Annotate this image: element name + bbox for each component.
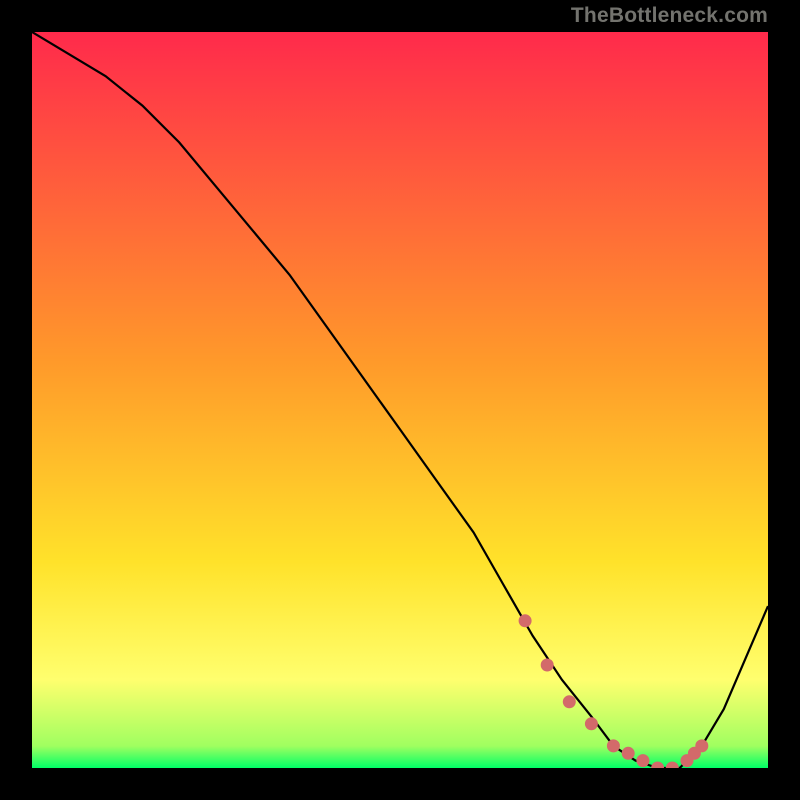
- gradient-bg: [32, 32, 768, 768]
- highlight-dot: [519, 614, 532, 627]
- watermark-text: TheBottleneck.com: [571, 4, 768, 28]
- highlight-dot: [636, 754, 649, 767]
- highlight-dot: [563, 695, 576, 708]
- chart-frame: TheBottleneck.com: [0, 0, 800, 800]
- highlight-dot: [607, 739, 620, 752]
- chart-svg: [32, 32, 768, 768]
- plot-area: [32, 32, 768, 768]
- highlight-dot: [585, 717, 598, 730]
- highlight-dot: [541, 659, 554, 672]
- highlight-dot: [695, 739, 708, 752]
- highlight-dot: [622, 747, 635, 760]
